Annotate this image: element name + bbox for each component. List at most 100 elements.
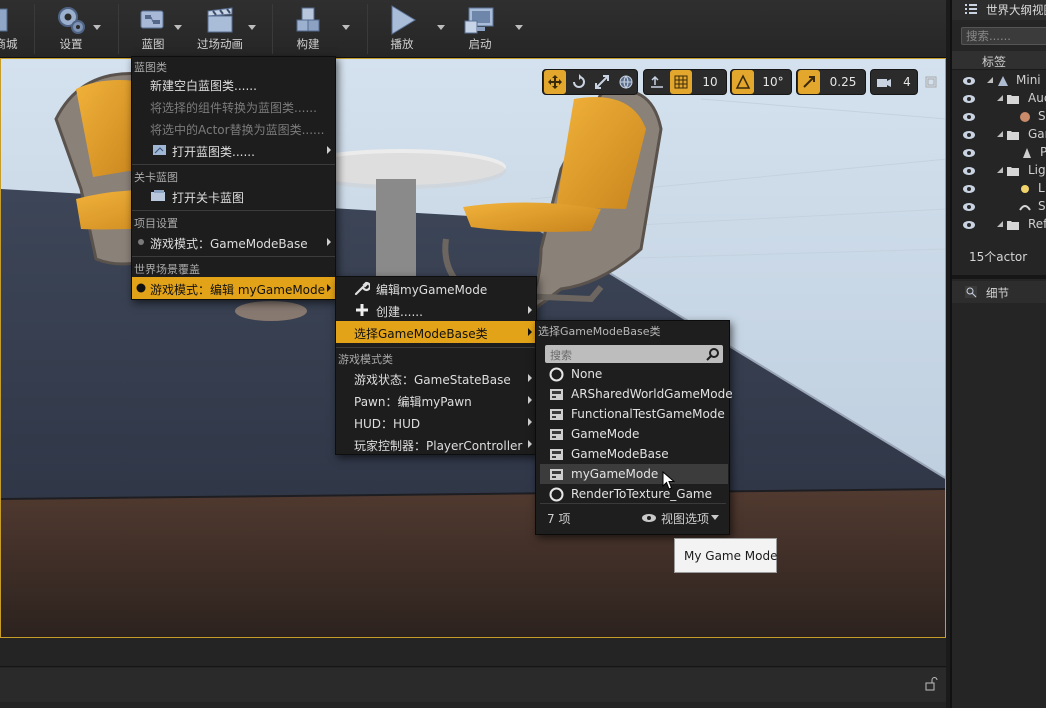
game-state-item[interactable]: 游戏状态：GameStateBase bbox=[336, 367, 536, 389]
world-local-toggle[interactable] bbox=[615, 70, 637, 94]
blueprints-dropdown-arrow-icon[interactable] bbox=[173, 22, 183, 32]
project-gamemode-item[interactable]: 游戏模式：GameModeBase bbox=[132, 231, 335, 253]
visibility-eye-icon[interactable] bbox=[962, 148, 976, 158]
marketplace-icon bbox=[0, 8, 8, 32]
outliner-row-label: L bbox=[1038, 181, 1045, 195]
main-toolbar: 商城 设置 蓝图 过场动画 构建 播放 启动 bbox=[0, 0, 946, 58]
hud-item[interactable]: HUD：HUD bbox=[336, 411, 536, 433]
grid-snap-value[interactable]: 10 bbox=[696, 70, 724, 94]
launch-button[interactable]: 启动 bbox=[458, 0, 502, 56]
replace-actor-item[interactable]: 将选中的Actor替换为蓝图类...... bbox=[132, 117, 335, 139]
outliner-row[interactable]: Auc bbox=[952, 90, 1046, 108]
editor-window: 商城 设置 蓝图 过场动画 构建 播放 启动 10 10° 0.25 4 世界大… bbox=[0, 0, 1046, 708]
collapse-arrow-icon[interactable] bbox=[996, 94, 1004, 102]
visibility-eye-icon[interactable] bbox=[962, 94, 976, 104]
play-dropdown-arrow-icon[interactable] bbox=[436, 22, 446, 32]
build-button[interactable]: 构建 bbox=[286, 0, 330, 56]
grid-snap-toggle[interactable] bbox=[670, 70, 692, 94]
outliner-row-label: Auc bbox=[1028, 91, 1046, 105]
play-icon bbox=[391, 5, 416, 35]
class-option[interactable]: RenderToTexture_Game bbox=[540, 484, 728, 504]
outliner-row[interactable]: Mini bbox=[952, 72, 1046, 90]
scale-snap-toggle[interactable] bbox=[798, 70, 820, 94]
menu-divider bbox=[132, 256, 335, 257]
lock-icon[interactable] bbox=[924, 677, 938, 691]
menu-item-label: 将选中的Actor替换为蓝图类...... bbox=[150, 123, 325, 137]
camera-speed-value[interactable]: 4 bbox=[897, 70, 917, 94]
visibility-eye-icon[interactable] bbox=[962, 76, 976, 86]
class-option-mygamemode[interactable]: myGameMode bbox=[540, 464, 728, 490]
visibility-eye-icon[interactable] bbox=[962, 220, 976, 230]
class-option[interactable]: FunctionalTestGameMode bbox=[540, 404, 728, 424]
open-level-blueprint-item[interactable]: 打开关卡蓝图 bbox=[132, 185, 335, 207]
visibility-eye-icon[interactable] bbox=[962, 202, 976, 212]
player-controller-item[interactable]: 玩家控制器：PlayerController bbox=[336, 433, 536, 455]
settings-button[interactable]: 设置 bbox=[48, 0, 94, 56]
surface-snap-toggle[interactable] bbox=[646, 70, 668, 94]
picker-search-input[interactable]: 搜索 bbox=[545, 345, 723, 363]
translate-tool[interactable] bbox=[544, 70, 566, 94]
class-icon bbox=[550, 469, 563, 480]
camera-icon bbox=[877, 79, 891, 87]
class-option[interactable]: GameMode bbox=[540, 424, 728, 444]
menu-divider bbox=[336, 347, 536, 348]
collapse-arrow-icon[interactable] bbox=[996, 130, 1004, 138]
settings-dropdown-arrow-icon[interactable] bbox=[92, 22, 102, 32]
build-dropdown-arrow-icon[interactable] bbox=[341, 22, 351, 32]
rotation-snap-toggle[interactable] bbox=[732, 70, 754, 94]
collapse-arrow-icon[interactable] bbox=[986, 76, 994, 84]
scale-tool[interactable] bbox=[591, 70, 613, 94]
light-icon bbox=[1021, 185, 1029, 193]
outliner-row[interactable]: S bbox=[952, 108, 1046, 126]
select-gamemode-class-item[interactable]: 选择GameModeBase类 bbox=[336, 321, 536, 343]
visibility-eye-icon[interactable] bbox=[962, 166, 976, 176]
visibility-eye-icon[interactable] bbox=[962, 184, 976, 194]
play-button[interactable]: 播放 bbox=[380, 0, 424, 56]
open-blueprint-class-item[interactable]: 打开蓝图类...... bbox=[132, 139, 335, 161]
outliner-search-input[interactable]: 搜索...... bbox=[961, 27, 1046, 45]
class-option[interactable]: ARSharedWorldGameMode bbox=[540, 384, 733, 404]
rotation-snap-value[interactable]: 10° bbox=[755, 70, 791, 94]
outliner-column-header[interactable]: 标签 bbox=[952, 51, 1046, 70]
class-option-none[interactable]: None bbox=[540, 364, 728, 384]
marketplace-button[interactable]: 商城 bbox=[0, 0, 26, 56]
folder-icon bbox=[1007, 167, 1019, 176]
convert-components-item[interactable]: 将选择的组件转换为蓝图类...... bbox=[132, 95, 335, 117]
class-option-label: None bbox=[571, 367, 603, 381]
collapse-arrow-icon[interactable] bbox=[996, 166, 1004, 174]
details-tab[interactable]: 细节 bbox=[952, 281, 1046, 303]
outliner-tab[interactable]: 世界大纲视图 bbox=[952, 0, 1046, 20]
outliner-row-label: P bbox=[1040, 145, 1046, 159]
blueprints-button[interactable]: 蓝图 bbox=[132, 0, 174, 56]
new-empty-blueprint-item[interactable]: 新建空白蓝图类...... bbox=[132, 73, 335, 95]
pawn-item[interactable]: Pawn：编辑myPawn bbox=[336, 389, 536, 411]
blueprint-icon bbox=[140, 10, 164, 29]
visibility-eye-icon[interactable] bbox=[962, 112, 976, 122]
menu-item-label: 编辑myGameMode bbox=[376, 283, 488, 297]
scale-arrow-icon bbox=[803, 76, 815, 88]
menu-item-label: HUD：HUD bbox=[354, 417, 421, 431]
outliner-row[interactable]: L bbox=[952, 180, 1046, 198]
visibility-eye-icon[interactable] bbox=[962, 130, 976, 140]
cinematics-dropdown-arrow-icon[interactable] bbox=[247, 22, 257, 32]
class-option[interactable]: GameModeBase bbox=[540, 444, 728, 464]
launch-dropdown-arrow-icon[interactable] bbox=[514, 22, 524, 32]
outliner-row[interactable]: P bbox=[952, 144, 1046, 162]
create-item[interactable]: 创建...... bbox=[336, 299, 536, 321]
scale-snap-value[interactable]: 0.25 bbox=[823, 70, 863, 94]
grid-icon bbox=[674, 75, 688, 89]
edit-gamemode-item[interactable]: 编辑myGameMode bbox=[336, 277, 536, 299]
outliner-row[interactable]: Lig bbox=[952, 162, 1046, 180]
cinematics-button[interactable]: 过场动画 bbox=[192, 0, 248, 56]
camera-speed-button[interactable] bbox=[873, 70, 895, 94]
class-icon bbox=[550, 449, 563, 460]
maximize-viewport-button[interactable] bbox=[923, 70, 939, 94]
rotate-tool[interactable] bbox=[568, 70, 590, 94]
outliner-row[interactable]: Ref bbox=[952, 216, 1046, 234]
menu-item-label: 游戏模式：编辑 myGameMode bbox=[150, 283, 326, 297]
outliner-row[interactable]: S bbox=[952, 198, 1046, 216]
collapse-arrow-icon[interactable] bbox=[996, 220, 1004, 228]
search-icon bbox=[706, 348, 719, 361]
world-gamemode-item[interactable]: 游戏模式：编辑 myGameMode bbox=[132, 277, 335, 299]
outliner-row[interactable]: Gar bbox=[952, 126, 1046, 144]
